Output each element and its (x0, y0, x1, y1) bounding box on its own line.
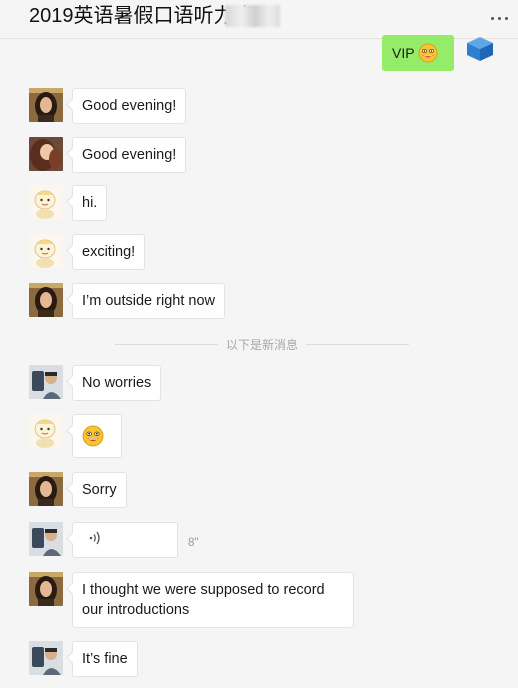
message-bubble[interactable]: I’m outside right now (72, 283, 225, 319)
message-bubble[interactable]: exciting! (72, 234, 146, 270)
avatar-cartoon-baby[interactable] (29, 185, 63, 219)
my-avatar[interactable] (463, 35, 497, 63)
redacted-title-fragment (225, 5, 280, 27)
message-bubble[interactable]: It’s fine (72, 641, 138, 677)
grinning-emoji-icon (418, 43, 438, 63)
avatar-woman-dark-hair[interactable] (29, 88, 63, 122)
message-bubble[interactable]: Sorry (72, 472, 127, 508)
message-bubble[interactable]: Good evening! (72, 88, 187, 124)
avatar-man-selfie[interactable] (29, 522, 63, 556)
message-bubble[interactable]: I thought we were supposed to record our… (72, 572, 354, 628)
sent-message-text: VIP (392, 45, 415, 61)
avatar-cartoon-baby[interactable] (29, 414, 63, 448)
avatar-woman-dark-hair[interactable] (29, 283, 63, 317)
chat-header: 2019英语暑假口语听力班 (0, 0, 518, 39)
chat-title[interactable]: 2019英语暑假口语听力班 (29, 4, 254, 28)
message-bubble[interactable]: No worries (72, 365, 162, 401)
divider-label: 以下是新消息 (226, 337, 299, 352)
blue-box-icon (467, 37, 493, 61)
avatar-man-selfie[interactable] (29, 365, 63, 399)
voice-duration: 8" (188, 537, 199, 549)
sent-message-bubble[interactable]: VIP (382, 35, 454, 71)
avatar-cartoon-baby[interactable] (29, 234, 63, 268)
avatar-man-selfie[interactable] (29, 641, 63, 675)
voice-wave-icon (89, 531, 100, 545)
avatar-woman-curly-hair[interactable] (29, 137, 63, 171)
avatar-woman-dark-hair[interactable] (29, 472, 63, 506)
message-bubble[interactable]: Good evening! (72, 137, 187, 173)
message-bubble[interactable] (72, 414, 122, 458)
more-options-icon[interactable] (488, 10, 510, 26)
new-messages-divider: 以下是新消息 (115, 336, 410, 352)
grinning-emoji-icon (82, 425, 104, 447)
avatar-woman-dark-hair[interactable] (29, 572, 63, 606)
message-bubble[interactable]: hi. (72, 185, 108, 221)
